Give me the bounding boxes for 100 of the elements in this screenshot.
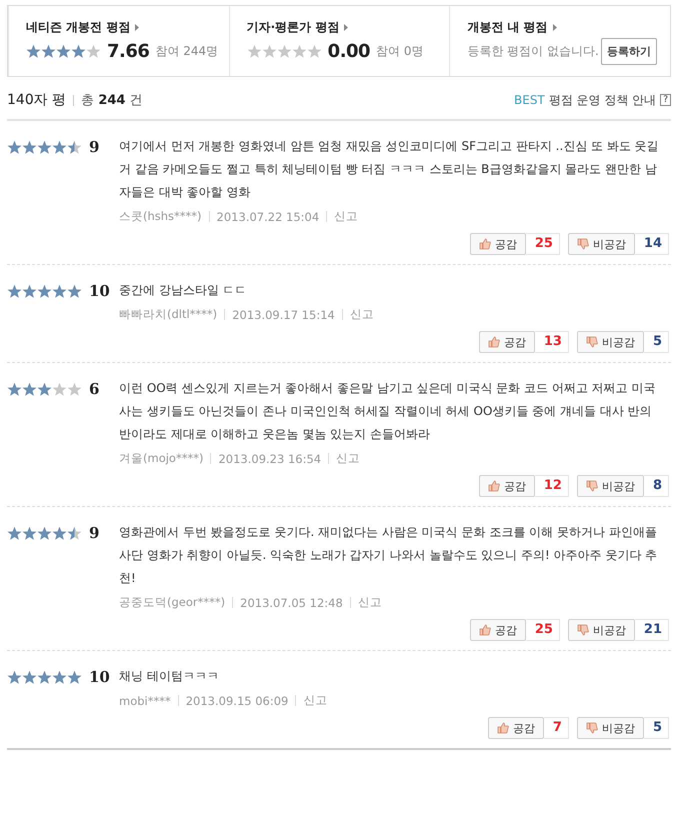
star-icon [22, 670, 37, 684]
star-icon [37, 526, 52, 540]
star-icon [52, 284, 67, 298]
star-icon [7, 284, 22, 298]
star-icon [67, 670, 82, 684]
register-button[interactable]: 등록하기 [600, 38, 657, 65]
like-button[interactable]: 공감 [488, 717, 544, 739]
star-icon [7, 670, 22, 684]
star-icon [86, 44, 101, 59]
caret-icon [552, 24, 557, 31]
thumbs-up-icon [478, 624, 491, 636]
like-button[interactable]: 공감 [478, 475, 535, 497]
star-icon [67, 526, 82, 540]
review-text: 이런 OO력 센스있게 지르는거 좋아해서 좋은말 남기고 싶은데 미국식 문화 코드 어쩌고 저쩌고 미국 사는 생키들도 아닌것들이 존나 미국인인척 허세질 작렬이네 허세 OO생키들 중에 걔네들 대사 반의 반이라도 제대로 이해하고 웃은놈 몇놈 있는지 손들어봐라 [119, 380, 656, 443]
caret-icon [135, 24, 140, 31]
panel-title[interactable]: 네티즌 개봉전 평점 [26, 19, 130, 36]
thumbs-down-icon [586, 722, 598, 734]
thumbs-down-icon [586, 480, 598, 492]
empty-message: 등록한 평점이 없습니다. [467, 43, 599, 60]
star-icon [37, 140, 52, 154]
average-score: 0.00 [328, 41, 370, 62]
review-text: 영화관에서 두번 봤을정도로 웃기다. 재미없다는 사람은 미국식 문화 조크를 이해 못하거나 파인애플사단 영화가 취향이 아닐듯. 익숙한 노래가 갑자기 나와서 놀랄수도 있으니 주의! 아주아주 웃기다 추천! [119, 524, 658, 587]
thumbs-up-icon [496, 722, 509, 734]
review-date: 2013.09.15 06:09 [186, 694, 288, 708]
star-icon [41, 44, 56, 59]
help-icon[interactable]: ? [660, 94, 671, 106]
thumbs-up-icon [488, 480, 500, 492]
thumbs-down-icon [586, 336, 598, 348]
star-icon [71, 44, 86, 59]
average-score: 7.66 [107, 41, 150, 62]
section-title: 140자 평 [7, 91, 66, 109]
review-score: 10 [89, 282, 110, 300]
star-icon [7, 382, 22, 396]
star-icon [52, 382, 67, 396]
author-name: 공중도덕(geor****) [119, 595, 226, 610]
author-name: 겨울(mojo****) [119, 451, 204, 466]
dislike-count: 5 [644, 331, 669, 353]
panel-title[interactable]: 기자·평론가 평점 [246, 19, 340, 36]
best-label: BEST [514, 93, 545, 107]
like-count: 7 [544, 717, 569, 739]
dislike-button[interactable]: 비공감 [576, 331, 644, 353]
participant-count: 참여 244명 [155, 43, 218, 60]
dislike-button[interactable]: 비공감 [568, 619, 635, 641]
star-icon [67, 284, 82, 298]
star-icon [37, 670, 52, 684]
dislike-count: 21 [634, 619, 669, 641]
participant-count: 참여 0명 [376, 43, 424, 60]
author-name: 스콧(hshs****) [119, 209, 202, 224]
review-score: 9 [89, 138, 100, 156]
total-count: 총 244 건 [81, 92, 143, 109]
review-text: 채닝 테이텀ㅋㅋㅋ [119, 668, 220, 685]
star-icon [56, 44, 71, 59]
review-date: 2013.07.22 15:04 [216, 210, 320, 224]
thumbs-down-icon [576, 624, 589, 636]
caret-icon [344, 24, 348, 31]
star-icon [7, 140, 22, 154]
dislike-button[interactable]: 비공감 [576, 475, 644, 497]
dislike-button[interactable]: 비공감 [568, 233, 635, 255]
star-icon [67, 140, 82, 154]
thumbs-up-icon [478, 238, 491, 250]
author-name: mobi**** [119, 694, 171, 708]
like-count: 12 [534, 475, 569, 497]
star-icon [52, 526, 67, 540]
like-button[interactable]: 공감 [478, 331, 535, 353]
like-button[interactable]: 공감 [470, 619, 526, 641]
panel-title[interactable]: 개봉전 내 평점 [467, 19, 548, 36]
dislike-count: 14 [634, 233, 669, 255]
review-score: 9 [89, 524, 100, 542]
review-date: 2013.07.05 12:48 [240, 596, 343, 610]
star-icon [22, 284, 37, 298]
dislike-button[interactable]: 비공감 [576, 717, 644, 739]
star-icon [246, 44, 262, 59]
review-text: 중간에 강남스타일 ㄷㄷ [119, 282, 248, 299]
like-button[interactable]: 공감 [470, 233, 526, 255]
thumbs-up-icon [488, 336, 500, 348]
star-icon [306, 44, 322, 59]
star-icon [37, 284, 52, 298]
star-icon [22, 140, 37, 154]
dislike-count: 5 [644, 717, 669, 739]
review-date: 2013.09.17 15:14 [232, 308, 335, 322]
star-icon [26, 44, 41, 59]
star-icon [67, 382, 82, 396]
star-icon [7, 526, 22, 540]
review-text: 여기에서 먼저 개봉한 영화였네 암튼 엄청 재밌음 성인코미디에 SF그리고 판타지 ..진심 또 봐도 웃길거 같음 카메오들도 쩔고 특히 체닝테이텀 빵 터짐 ㅋㅋㅋ 스토리는 B급영화같을지 몰라도 왠만한 남자들은 대박 좋아할 영화 [119, 138, 659, 201]
review-score: 6 [89, 380, 100, 398]
review-score: 10 [89, 668, 110, 686]
review-date: 2013.09.23 16:54 [218, 452, 322, 466]
star-icon [22, 382, 37, 396]
dislike-count: 8 [644, 475, 669, 497]
policy-link[interactable]: 평점 운영 정책 안내 [548, 92, 656, 108]
star-icon [276, 44, 292, 59]
star-icon [37, 382, 52, 396]
star-icon [262, 44, 277, 59]
like-count: 25 [526, 233, 560, 255]
star-icon [52, 140, 67, 154]
star-icon [52, 670, 67, 684]
like-count: 13 [534, 331, 569, 353]
author-name: 빠빠라치(dltl****) [119, 307, 218, 322]
thumbs-down-icon [576, 238, 589, 250]
star-icon [22, 526, 37, 540]
